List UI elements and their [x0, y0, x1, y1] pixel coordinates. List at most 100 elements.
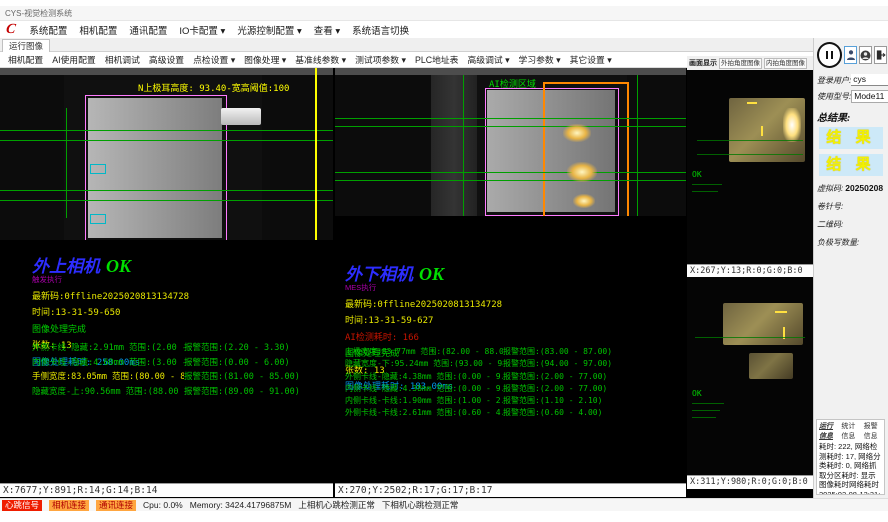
tab-run-image[interactable]: 运行图像 — [2, 39, 50, 53]
camera2-time: 时间:13-31-59-627 — [345, 313, 682, 326]
preview-header-label: 画面显示 — [689, 58, 717, 68]
pause-button[interactable] — [817, 42, 842, 68]
preview-text-line — [692, 417, 716, 418]
preview-tab-outer[interactable]: 外拍角度图像 — [719, 58, 762, 69]
sidebar-buttons — [814, 38, 888, 70]
machine-shadow — [262, 75, 333, 240]
memory-usage: Memory: 3424.41796875M — [190, 500, 292, 510]
toolbar: 相机配置 AI使用配置 相机调试 高级设置 点检设置 ▾ 图像处理 ▾ 基准线参… — [0, 52, 687, 68]
alarm-range: 报警范围:(2.00 - 77.00) — [503, 371, 684, 383]
tool-camera-config[interactable]: 相机配置 — [8, 53, 43, 66]
alarm-range: 报警范围:(2.20 - 3.30) — [184, 341, 331, 356]
menu-language-switch[interactable]: 系统语言切换 — [352, 23, 409, 37]
measurement-row: 隐藏宽度-下:95.24mm 范围:(93.00 - 98.00) 报警范围:(… — [345, 358, 684, 370]
measure-value: 隐藏宽度-上:90.56mm 范围:(88.00 - 92.00) — [32, 385, 184, 400]
menu-io-config[interactable]: IO卡配置 ▾ — [179, 23, 225, 37]
camera1-measurements: 外侧卡线-隐藏:2.91mm 范围:(2.00 - 3.50) 报警范围:(2.… — [32, 341, 331, 399]
tab-stats-info[interactable]: 统计信息 — [841, 421, 859, 441]
total-result-label: 总结果: — [817, 109, 885, 124]
preview2-image-view[interactable]: OK — [687, 277, 813, 475]
tool-other-settings[interactable]: 其它设置 ▾ — [570, 53, 612, 66]
alarm-range: 报警范围:(0.60 - 4.00) — [503, 407, 684, 419]
preview2-part — [749, 353, 793, 379]
preview-tab-inner[interactable]: 内拍角度图像 — [764, 58, 807, 69]
measure-value: 外侧卡线-隐藏:2.91mm 范围:(2.00 - 3.50) — [32, 341, 184, 356]
weld-highlight — [563, 124, 591, 142]
baseline-green — [0, 200, 333, 201]
tool-plc-address[interactable]: PLC地址表 — [415, 53, 459, 66]
mark-yellow — [775, 311, 787, 313]
camera1-barcode: 最新码:0ffline2025020813134728 — [32, 289, 329, 302]
camera-link-badge: 相机连接 — [49, 500, 89, 511]
ruler-line-yellow — [315, 68, 317, 240]
menu-comm-config[interactable]: 通讯配置 — [129, 23, 167, 37]
tool-baseline-params[interactable]: 基准线参数 ▾ — [295, 53, 346, 66]
machine-shadow — [627, 75, 686, 216]
tab-run-info[interactable]: 运行信息 — [819, 421, 837, 441]
camera1-done: 图像处理完成 — [32, 322, 329, 335]
info-panel: 运行信息 统计信息 报警信息 耗时: 222, 网络检测耗时: 17, 网络分类… — [816, 419, 885, 495]
edge-mark-cyan — [90, 164, 106, 174]
preview1-image-view[interactable]: OK — [687, 70, 813, 264]
tool-camera-debug[interactable]: 相机调试 — [105, 53, 140, 66]
qr-code-field: 二维码: — [817, 219, 885, 230]
measurement-row: 内侧卡线-隐藏:4.38mm 范围:(0.00 - 9.00) 报警范围:(2.… — [345, 383, 684, 395]
needle-number-label: 卷针号: — [817, 202, 843, 211]
measurement-row: 隐藏宽度-上:90.56mm 范围:(88.00 - 92.00) 报警范围:(… — [32, 385, 331, 400]
measure-value: 手侧宽度:83.05mm 范围:(80.00 - 86.00) — [32, 370, 184, 385]
anode-write-count-label: 负极写数量: — [817, 238, 859, 247]
login-user-label: 登录用户: — [817, 75, 851, 86]
measurement-row: 外侧卡线-隐藏:2.91mm 范围:(2.00 - 3.50) 报警范围:(2.… — [32, 341, 331, 356]
camera2-barcode: 最新码:0ffline2025020813134728 — [345, 297, 682, 310]
camera2-overlay-label: AI检测区域 — [489, 77, 536, 90]
right-sidebar: 登录用户: cys 使用型号: Mode11 总结果: 结 果 结 果 虚拟码:… — [813, 38, 888, 511]
menu-system-config[interactable]: 系统配置 — [29, 23, 67, 37]
tool-advanced-settings[interactable]: 高级设置 — [149, 53, 184, 66]
user-login-button[interactable] — [844, 46, 857, 64]
user-dark-icon — [860, 50, 871, 61]
menu-light-config[interactable]: 光源控制配置 ▾ — [237, 23, 301, 37]
virtual-code-field: 虚拟码:20250208 — [817, 183, 885, 194]
preview1-ok-text: OK — [692, 170, 702, 179]
alarm-range: 报警范围:(2.00 - 77.00) — [503, 383, 684, 395]
menu-camera-config[interactable]: 相机配置 — [79, 23, 117, 37]
login-user-value[interactable]: cys — [851, 74, 888, 86]
roi-rect-magenta — [85, 95, 227, 240]
tool-test-params[interactable]: 测试项参数 ▾ — [355, 53, 406, 66]
baseline-green — [0, 190, 333, 191]
preview-baseline — [695, 337, 805, 338]
app-logo-icon: C — [5, 22, 17, 38]
preview-baseline — [697, 154, 803, 155]
tool-advanced-debug[interactable]: 高级调试 ▾ — [467, 53, 509, 66]
camera2-pixel-coords: X:270;Y:2502;R:17;G:17;B:17 — [335, 483, 686, 497]
baseline-green — [335, 172, 686, 173]
camera2-ok-status: OK — [419, 264, 444, 285]
preview-text-line — [692, 191, 718, 192]
camera2-image-view[interactable]: AI检测区域 — [335, 68, 686, 216]
machine-shadow — [0, 75, 64, 240]
tab-alarm-info[interactable]: 报警信息 — [864, 421, 882, 441]
tool-learn-params[interactable]: 学习参数 ▾ — [519, 53, 561, 66]
window-titlebar: CYS-视觉检测系统 — [0, 6, 888, 21]
mark-yellow — [761, 126, 763, 136]
camera1-image-view[interactable]: N上极耳高度: 93.40-宽高阈值:100 — [0, 68, 333, 240]
menu-view[interactable]: 查看 ▾ — [314, 23, 340, 37]
measurement-row: 外侧卡线-卡线:2.61mm 范围:(0.60 - 4.00) 报警范围:(0.… — [345, 407, 684, 419]
alarm-range: 报警范围:(81.00 - 85.00) — [184, 370, 331, 385]
preview-baseline — [697, 140, 803, 141]
camera2-panel: AI检测区域 外下相机 OK MES执行 最新码:0ffline20250208… — [335, 68, 686, 483]
preview-header: 画面显示 外拍角度图像 内拍角度图像 — [687, 56, 813, 70]
alarm-range: 报警范围:(94.00 - 97.00) — [503, 358, 684, 370]
tool-ai-config[interactable]: AI使用配置 — [52, 53, 96, 66]
measure-value: 外侧卡线-卡线:2.61mm 范围:(0.60 - 4.00) — [345, 407, 503, 419]
alarm-range: 报警范围:(83.00 - 87.00) — [503, 346, 684, 358]
model-value[interactable]: Mode11 — [851, 90, 888, 103]
baseline-green — [335, 180, 686, 181]
model-row: 使用型号: Mode11 — [817, 90, 885, 103]
mark-yellow — [747, 102, 757, 104]
logout-door-icon — [875, 49, 886, 61]
tool-image-processing[interactable]: 图像处理 ▾ — [244, 53, 286, 66]
logout-button[interactable] — [874, 46, 887, 64]
tool-spot-check[interactable]: 点检设置 ▾ — [193, 53, 235, 66]
user-switch-button[interactable] — [859, 46, 872, 64]
